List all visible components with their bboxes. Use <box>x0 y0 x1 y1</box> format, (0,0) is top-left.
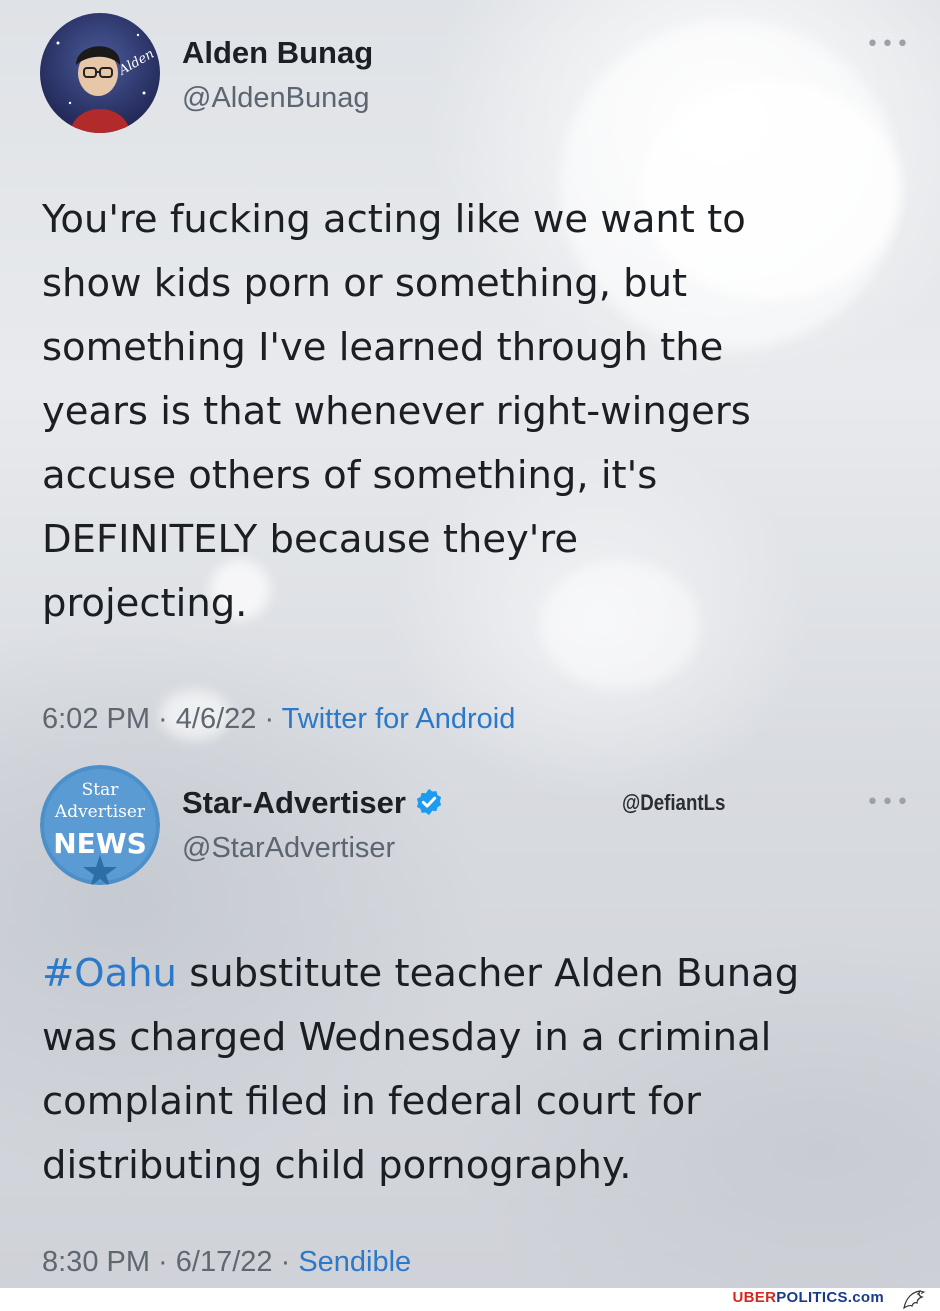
tweet-text-fragment: substitute teacher Alden Bunag <box>176 951 800 996</box>
avatar-image: Alden <box>40 13 160 133</box>
timestamp[interactable]: 6:02 PM · 4/6/22 · <box>42 703 282 735</box>
tweet-text-line: projecting. <box>42 581 248 626</box>
tweet-text-line: You're fucking acting like we want to <box>42 197 746 242</box>
tweet-text-line: DEFINITELY because they're <box>42 517 579 562</box>
brand-part-1: UBER <box>732 1289 777 1306</box>
tweet-alden-bunag: Alden Alden Bunag @AldenBunag ••• You're… <box>0 0 940 750</box>
hashtag-link[interactable]: #Oahu <box>42 951 177 996</box>
tweet-text-line: something I've learned through the <box>42 325 724 370</box>
avatar[interactable]: Star Advertiser NEWS <box>40 765 160 885</box>
tweet-timestamp: 8:30 PM · 6/17/22 · Sendible <box>42 1246 411 1279</box>
display-name[interactable]: Alden Bunag <box>182 35 373 71</box>
user-handle[interactable]: @AldenBunag <box>182 82 369 115</box>
tweet-text-line: years is that whenever right-wingers <box>42 389 751 434</box>
display-name-text[interactable]: Star-Advertiser <box>182 785 406 820</box>
tweet-timestamp: 6:02 PM · 4/6/22 · Twitter for Android <box>42 703 515 736</box>
svg-text:Advertiser: Advertiser <box>54 802 146 822</box>
svg-text:Star: Star <box>82 780 120 800</box>
tweet-text: You're fucking acting like we want to sh… <box>42 188 751 636</box>
tweet-star-advertiser: Star Advertiser NEWS Star-Advertiser @St… <box>0 750 940 1290</box>
source-link[interactable]: Twitter for Android <box>282 703 516 735</box>
tweet-text: #Oahu substitute teacher Alden Bunag was… <box>42 942 799 1198</box>
tweet-text-line: #Oahu substitute teacher Alden Bunag <box>42 942 799 1006</box>
source-link[interactable]: Sendible <box>298 1246 411 1278</box>
tweet-text-line: show kids porn or something, but <box>42 261 688 306</box>
tweet-text-line: complaint filed in federal court for <box>42 1079 701 1124</box>
user-handle[interactable]: @StarAdvertiser <box>182 832 395 865</box>
tweet-text-line: distributing child pornography. <box>42 1143 632 1188</box>
verified-badge-icon <box>416 788 442 816</box>
timestamp[interactable]: 8:30 PM · 6/17/22 · <box>42 1246 298 1278</box>
tweet-text-line: was charged Wednesday in a criminal <box>42 1015 772 1060</box>
more-dots-icon[interactable]: ••• <box>866 32 911 57</box>
tweet-text-line: accuse others of something, it's <box>42 453 658 498</box>
avatar[interactable]: Alden <box>40 13 160 133</box>
watermark-handle: @DefiantLs <box>622 790 726 815</box>
more-dots-icon[interactable]: ••• <box>866 790 911 815</box>
brand-part-2: POLITICS.com <box>776 1289 884 1306</box>
eagle-logo-icon <box>903 1290 926 1310</box>
site-watermark[interactable]: UBERPOLITICS.com <box>733 1289 884 1306</box>
star-advertiser-logo-icon: Star Advertiser NEWS <box>40 765 160 885</box>
display-name[interactable]: Star-Advertiser <box>182 785 444 821</box>
